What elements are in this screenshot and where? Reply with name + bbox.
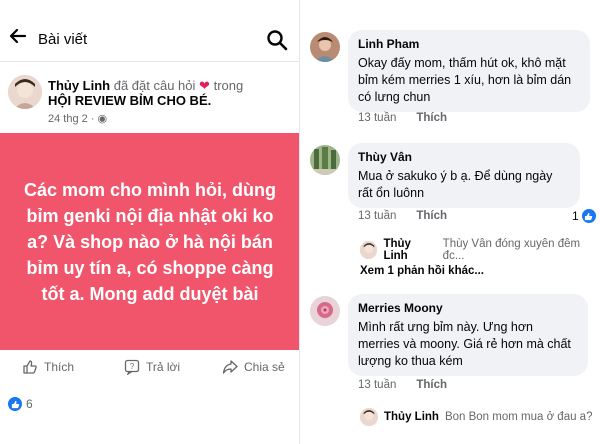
- post-actions: Thích ? Trả lời Chia sẻ: [0, 355, 300, 383]
- like-count-text: 1: [572, 209, 579, 223]
- reply-avatar: [360, 241, 378, 259]
- comment-bubble: Merries Moony Mình rất ưng bỉm này. Ưng …: [348, 294, 588, 376]
- comment-avatar[interactable]: [310, 145, 340, 175]
- post-body-text: Các mom cho mình hỏi, dùng bỉm genki nội…: [24, 179, 276, 304]
- question-comment-icon: ?: [124, 359, 140, 375]
- like-label: Thích: [44, 360, 75, 374]
- question-heart-icon: ❤: [199, 78, 210, 93]
- comment-avatar[interactable]: [310, 296, 340, 326]
- reply-author: Thủy Linh: [384, 411, 439, 423]
- author-avatar[interactable]: [8, 75, 42, 109]
- in-text: trong: [213, 78, 244, 93]
- reply-text: Bon Bon mom mua ở đau a?: [444, 411, 593, 423]
- comment-like-button[interactable]: Thích: [416, 112, 447, 124]
- share-button[interactable]: Chia sẻ: [222, 359, 285, 375]
- author-name[interactable]: Thủy Linh: [48, 78, 110, 93]
- comment-text: Mình rất ưng bỉm này. Ưng hơn merries và…: [358, 320, 571, 368]
- comment-like-button[interactable]: Thích: [416, 210, 447, 222]
- comment-avatar[interactable]: [310, 32, 340, 62]
- reply-author: Thủy Linh: [383, 238, 411, 262]
- comment-author[interactable]: Merries Moony: [358, 300, 578, 317]
- svg-text:?: ?: [130, 362, 135, 371]
- comment-like-button[interactable]: Thích: [416, 379, 447, 391]
- comment-bubble: Thùy Vân Mua ở sakuko ý b ạ. Để dùng ngà…: [348, 143, 580, 208]
- share-icon: [222, 360, 238, 374]
- like-reaction-icon: [581, 209, 596, 223]
- globe-icon: ◉: [97, 113, 108, 125]
- post-panel: Bài viết Thủy Linh đã đặt câu hỏi ❤ tron…: [0, 0, 300, 444]
- thumb-up-icon: [23, 360, 37, 374]
- comment-meta: 13 tuần Thích: [358, 210, 447, 222]
- post-date-text: 24 thg 2 ·: [48, 113, 98, 125]
- comment-bubble: Linh Pham Okay đấy mom, thấm hút ok, khô…: [348, 30, 590, 112]
- comment-time: 13 tuần: [358, 210, 397, 222]
- comment-text: Mua ở sakuko ý b ạ. Để dùng ngày rất ổn …: [358, 169, 553, 200]
- top-bar: Bài viết: [0, 0, 300, 62]
- comment-text: Okay đấy mom, thấm hút ok, khô mặt bỉm k…: [358, 56, 572, 104]
- comment-author[interactable]: Thùy Vân: [358, 149, 570, 166]
- back-arrow-icon[interactable]: [8, 26, 28, 46]
- comment-author[interactable]: Linh Pham: [358, 36, 580, 53]
- reply-preview[interactable]: Thủy Linh Thùy Vân đóng xuyên đêm đc...: [360, 238, 600, 262]
- comment-like-count[interactable]: 1: [572, 209, 596, 223]
- comment-time: 13 tuần: [358, 379, 397, 391]
- comment-meta: 13 tuần Thích: [358, 379, 447, 391]
- post-body-card: Các mom cho mình hỏi, dùng bỉm genki nội…: [0, 133, 300, 350]
- post-date: 24 thg 2 · ◉: [48, 112, 107, 125]
- share-label: Chia sẻ: [244, 360, 285, 374]
- comments-panel: Linh Pham Okay đấy mom, thấm hút ok, khô…: [300, 0, 600, 444]
- reply-text: Thùy Vân đóng xuyên đêm đc...: [442, 238, 581, 262]
- reply-label: Trả lời: [146, 360, 181, 374]
- like-reaction-icon: [8, 397, 22, 411]
- reply-button[interactable]: ? Trả lời: [124, 359, 180, 375]
- reply-preview[interactable]: Thủy Linh Bon Bon mom mua ở đau a?: [360, 408, 592, 426]
- comment-meta: 13 tuần Thích: [358, 112, 447, 124]
- comment-time: 13 tuần: [358, 112, 397, 124]
- post-action-text: đã đặt câu hỏi: [113, 78, 196, 93]
- reaction-summary[interactable]: 6: [8, 397, 33, 411]
- like-button[interactable]: Thích: [22, 359, 74, 375]
- page-title: Bài viết: [38, 31, 88, 48]
- group-name[interactable]: HỘI REVIEW BỈM CHO BÉ.: [48, 93, 211, 108]
- reply-avatar: [360, 408, 378, 426]
- reaction-count: 6: [26, 397, 33, 411]
- more-replies-link[interactable]: Xem 1 phản hồi khác...: [360, 265, 484, 277]
- post-header-text: Thủy Linh đã đặt câu hỏi ❤ trong HỘI REV…: [48, 78, 298, 108]
- search-icon[interactable]: [266, 29, 288, 51]
